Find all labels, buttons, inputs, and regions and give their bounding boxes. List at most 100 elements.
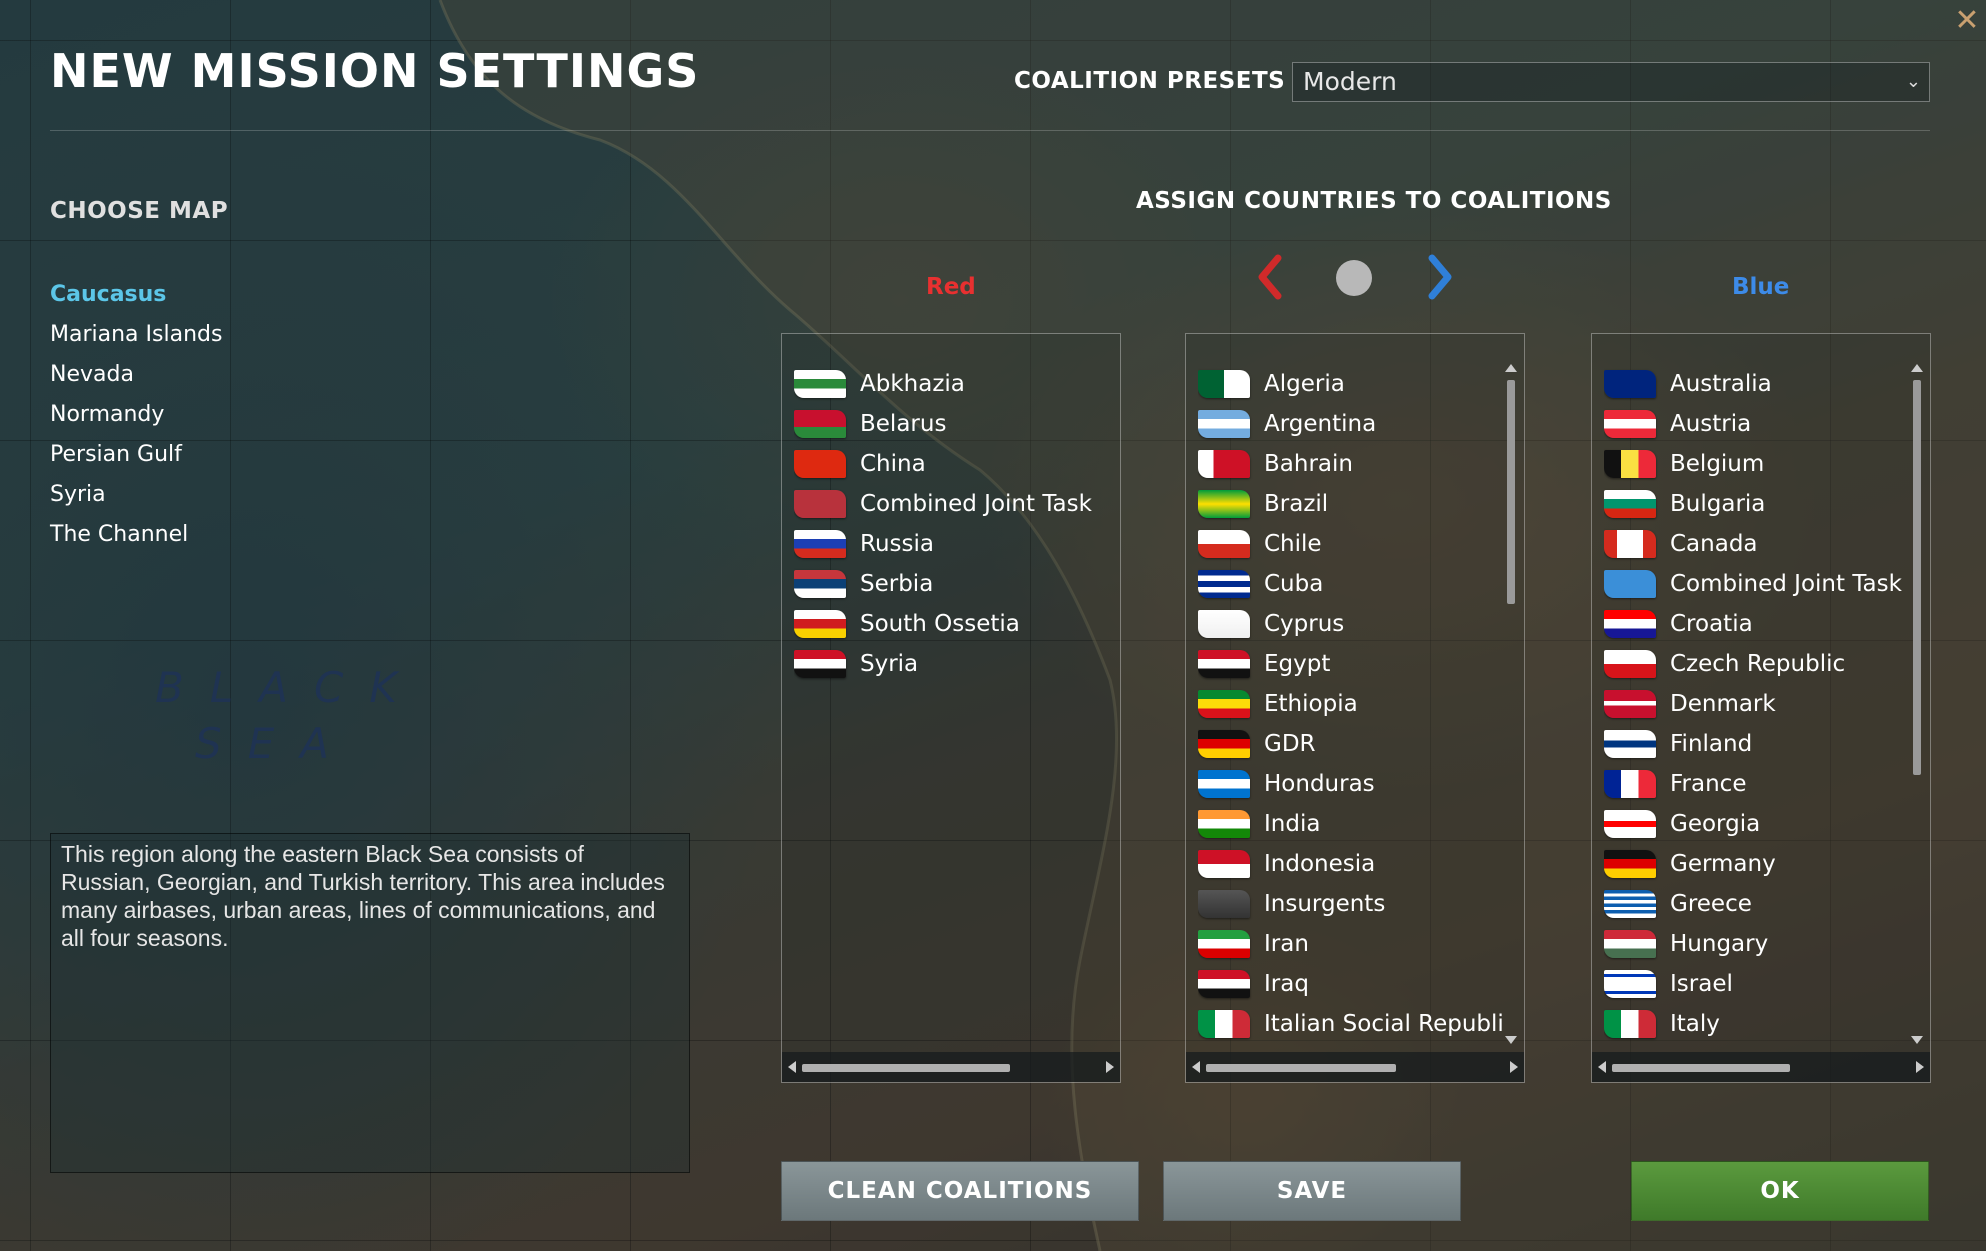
country-item[interactable]: Austria bbox=[1604, 404, 1909, 444]
country-item[interactable]: GDR bbox=[1198, 724, 1503, 764]
flag-icon bbox=[1198, 650, 1250, 678]
page-title: NEW MISSION SETTINGS bbox=[50, 44, 700, 98]
neutral-indicator-icon bbox=[1336, 260, 1372, 296]
save-button[interactable]: SAVE bbox=[1163, 1161, 1461, 1221]
country-item[interactable]: Italian Social Republic bbox=[1198, 1004, 1503, 1044]
move-to-red-arrow-icon[interactable] bbox=[1250, 252, 1290, 302]
scroll-right-icon[interactable] bbox=[1106, 1061, 1114, 1073]
country-item[interactable]: Canada bbox=[1604, 524, 1909, 564]
scroll-down-icon[interactable] bbox=[1505, 1036, 1517, 1044]
country-item[interactable]: Israel bbox=[1604, 964, 1909, 1004]
country-item[interactable]: Egypt bbox=[1198, 644, 1503, 684]
country-item[interactable]: Argentina bbox=[1198, 404, 1503, 444]
country-item[interactable]: China bbox=[794, 444, 1099, 484]
flag-icon bbox=[1604, 850, 1656, 878]
scroll-up-icon[interactable] bbox=[1505, 364, 1517, 372]
scroll-thumb[interactable] bbox=[1206, 1064, 1396, 1072]
country-name: Austria bbox=[1670, 411, 1752, 437]
flag-icon bbox=[1198, 570, 1250, 598]
country-item[interactable]: South Ossetia bbox=[794, 604, 1099, 644]
country-item[interactable]: Russia bbox=[794, 524, 1099, 564]
scroll-thumb[interactable] bbox=[802, 1064, 1010, 1072]
red-country-list[interactable]: Abkhazia Belarus China Combined Joint Task … bbox=[781, 333, 1121, 1083]
blue-coalition-label: Blue bbox=[1732, 274, 1790, 300]
country-item[interactable]: Germany bbox=[1604, 844, 1909, 884]
scroll-left-icon[interactable] bbox=[1598, 1061, 1606, 1073]
scroll-down-icon[interactable] bbox=[1911, 1036, 1923, 1044]
map-item-persian-gulf[interactable]: Persian Gulf bbox=[50, 440, 222, 480]
country-name: Greece bbox=[1670, 891, 1752, 917]
scroll-thumb[interactable] bbox=[1507, 380, 1515, 604]
country-name: GDR bbox=[1264, 731, 1316, 757]
country-item[interactable]: Iran bbox=[1198, 924, 1503, 964]
country-item[interactable]: Georgia bbox=[1604, 804, 1909, 844]
country-item[interactable]: Croatia bbox=[1604, 604, 1909, 644]
map-item-caucasus[interactable]: Caucasus bbox=[50, 280, 222, 320]
scroll-right-icon[interactable] bbox=[1916, 1061, 1924, 1073]
close-icon[interactable]: ✕ bbox=[1952, 6, 1982, 36]
scroll-thumb[interactable] bbox=[1913, 380, 1921, 775]
country-item[interactable]: Finland bbox=[1604, 724, 1909, 764]
country-item[interactable]: Abkhazia bbox=[794, 364, 1099, 404]
country-item[interactable]: Serbia bbox=[794, 564, 1099, 604]
country-item[interactable]: Belgium bbox=[1604, 444, 1909, 484]
country-item[interactable]: Australia bbox=[1604, 364, 1909, 404]
blue-country-list[interactable]: Australia Austria Belgium Bulgaria Canada Com… bbox=[1591, 333, 1931, 1083]
map-description: This region along the eastern Black Sea … bbox=[61, 841, 665, 951]
scroll-left-icon[interactable] bbox=[1192, 1061, 1200, 1073]
country-item[interactable]: Iraq bbox=[1198, 964, 1503, 1004]
country-item[interactable]: Belarus bbox=[794, 404, 1099, 444]
assign-countries-heading: ASSIGN COUNTRIES TO COALITIONS bbox=[1136, 188, 1612, 214]
country-name: Belarus bbox=[860, 411, 947, 437]
neutral-list-hscrollbar[interactable] bbox=[1186, 1052, 1524, 1082]
neutral-country-list[interactable]: Algeria Argentina Bahrain Brazil Chile Cuba Cy… bbox=[1185, 333, 1525, 1083]
country-item[interactable]: Algeria bbox=[1198, 364, 1503, 404]
country-name: Australia bbox=[1670, 371, 1772, 397]
red-list-hscrollbar[interactable] bbox=[782, 1052, 1120, 1082]
country-item[interactable]: Denmark bbox=[1604, 684, 1909, 724]
clean-coalitions-button[interactable]: CLEAN COALITIONS bbox=[781, 1161, 1139, 1221]
country-item[interactable]: France bbox=[1604, 764, 1909, 804]
map-item-nevada[interactable]: Nevada bbox=[50, 360, 222, 400]
country-item[interactable]: India bbox=[1198, 804, 1503, 844]
ok-button[interactable]: OK bbox=[1631, 1161, 1929, 1221]
flag-icon bbox=[1198, 810, 1250, 838]
country-item[interactable]: Ethiopia bbox=[1198, 684, 1503, 724]
blue-list-vscrollbar[interactable] bbox=[1911, 364, 1923, 1044]
flag-icon bbox=[1198, 690, 1250, 718]
country-item[interactable]: Brazil bbox=[1198, 484, 1503, 524]
country-item[interactable]: Czech Republic bbox=[1604, 644, 1909, 684]
country-item[interactable]: Hungary bbox=[1604, 924, 1909, 964]
move-to-blue-arrow-icon[interactable] bbox=[1420, 252, 1460, 302]
country-name: Honduras bbox=[1264, 771, 1375, 797]
country-item[interactable]: Indonesia bbox=[1198, 844, 1503, 884]
map-item-mariana-islands[interactable]: Mariana Islands bbox=[50, 320, 222, 360]
scroll-thumb[interactable] bbox=[1612, 1064, 1790, 1072]
country-item[interactable]: Cuba bbox=[1198, 564, 1503, 604]
country-name: Algeria bbox=[1264, 371, 1345, 397]
scroll-left-icon[interactable] bbox=[788, 1061, 796, 1073]
flag-icon bbox=[1198, 410, 1250, 438]
country-item[interactable]: Honduras bbox=[1198, 764, 1503, 804]
country-item[interactable]: Combined Joint Task Forces Red bbox=[794, 484, 1099, 524]
map-item-normandy[interactable]: Normandy bbox=[50, 400, 222, 440]
country-item[interactable]: Bulgaria bbox=[1604, 484, 1909, 524]
flag-icon bbox=[1604, 890, 1656, 918]
map-item-syria[interactable]: Syria bbox=[50, 480, 222, 520]
country-item[interactable]: Combined Joint Task Forces Blue bbox=[1604, 564, 1909, 604]
map-item-the-channel[interactable]: The Channel bbox=[50, 520, 222, 560]
country-item[interactable]: Italy bbox=[1604, 1004, 1909, 1044]
country-item[interactable]: Bahrain bbox=[1198, 444, 1503, 484]
country-item[interactable]: Chile bbox=[1198, 524, 1503, 564]
flag-icon bbox=[1198, 610, 1250, 638]
country-item[interactable]: Insurgents bbox=[1198, 884, 1503, 924]
scroll-right-icon[interactable] bbox=[1510, 1061, 1518, 1073]
blue-list-hscrollbar[interactable] bbox=[1592, 1052, 1930, 1082]
neutral-list-vscrollbar[interactable] bbox=[1505, 364, 1517, 1044]
country-name: Germany bbox=[1670, 851, 1776, 877]
coalition-presets-select[interactable]: Modern ⌄ bbox=[1292, 62, 1930, 102]
country-item[interactable]: Cyprus bbox=[1198, 604, 1503, 644]
country-item[interactable]: Syria bbox=[794, 644, 1099, 684]
scroll-up-icon[interactable] bbox=[1911, 364, 1923, 372]
country-item[interactable]: Greece bbox=[1604, 884, 1909, 924]
